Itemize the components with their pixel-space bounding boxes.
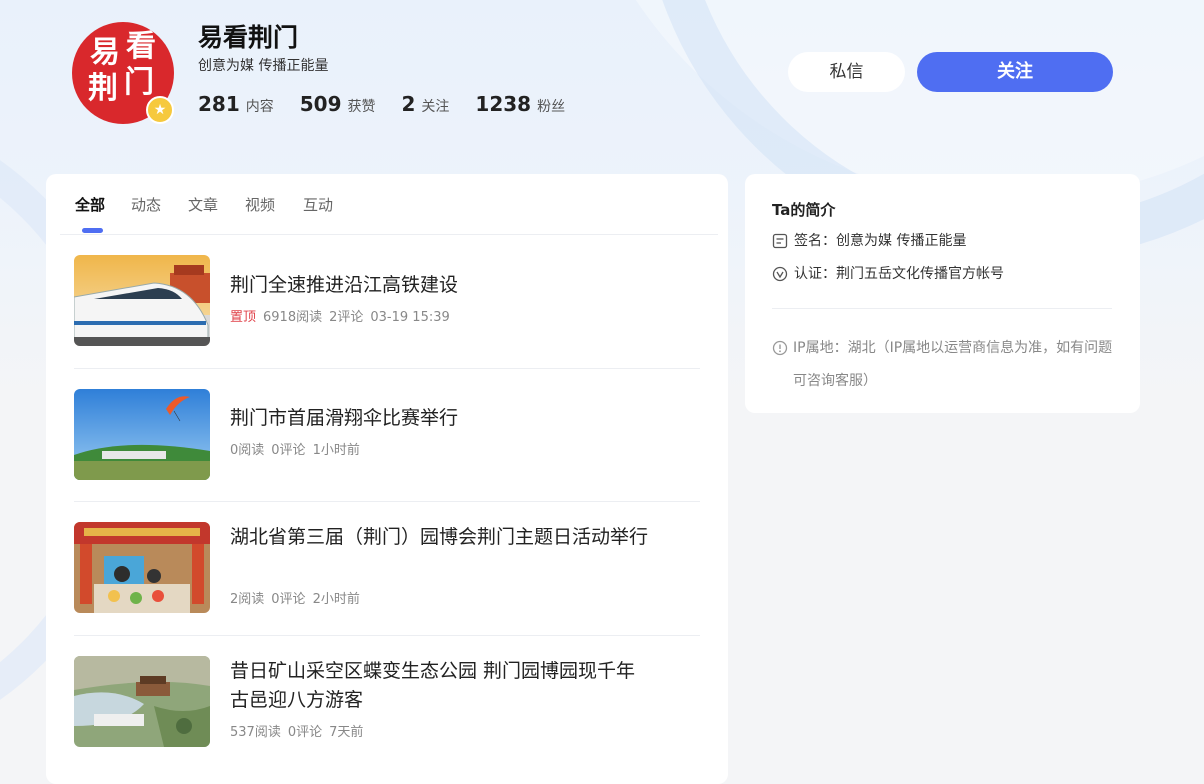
comment-count: 2评论: [329, 310, 364, 325]
stat-likes: 509 获赞: [300, 92, 376, 116]
feed-item-title[interactable]: 荆门全速推进沿江高铁建设: [230, 271, 650, 300]
content-card: 全部 动态 文章 视频 互动 荆门全速推进沿江高铁建设 置顶 6918阅读 2评…: [46, 174, 728, 784]
avatar-char: 易: [90, 35, 120, 70]
stat-number: 509: [299, 92, 342, 116]
market-stall-image[interactable]: [74, 522, 210, 613]
follow-button[interactable]: 关注: [917, 52, 1113, 92]
tab-articles[interactable]: 文章: [188, 195, 218, 215]
intro-signature: 签名：创意为媒 传播正能量: [794, 233, 967, 249]
high-speed-train-image[interactable]: [74, 255, 210, 346]
info-icon: [772, 340, 788, 356]
divider: [74, 635, 700, 636]
feed-item-meta: 置顶 6918阅读 2评论 03-19 15:39: [230, 309, 457, 327]
ip-location-text: IP属地：湖北（IP属地以运营商信息为准，如有问题可咨询客服）: [793, 340, 1113, 389]
feed-item[interactable]: 荆门全速推进沿江高铁建设 置顶 6918阅读 2评论 03-19 15:39: [74, 255, 700, 347]
park-aerial-image[interactable]: [74, 656, 210, 747]
intro-title: Ta的简介: [772, 201, 836, 219]
divider: [74, 501, 700, 502]
read-count: 2阅读: [230, 592, 265, 607]
paraglider-image[interactable]: [74, 389, 210, 480]
intro-signature-row: 签名：创意为媒 传播正能量: [772, 231, 966, 251]
stat-label: 内容: [245, 99, 274, 115]
read-count: 537阅读: [230, 725, 281, 740]
feed-item-title[interactable]: 湖北省第三届（荆门）园博会荆门主题日活动举行: [230, 523, 650, 552]
feed-item-meta: 2阅读 0评论 2小时前: [230, 591, 367, 609]
verified-icon: [772, 266, 788, 282]
tab-all[interactable]: 全部: [75, 195, 105, 215]
stat-label: 获赞: [347, 99, 376, 115]
divider: [60, 234, 718, 235]
read-count: 6918阅读: [263, 310, 323, 325]
stat-number: 1238: [475, 92, 532, 116]
signature-icon: [772, 233, 788, 249]
pinned-badge: 置顶: [230, 310, 257, 325]
verified-star-icon: ★: [146, 96, 174, 124]
stat-contents[interactable]: 281 内容: [198, 92, 274, 116]
comment-count: 0评论: [271, 592, 306, 607]
profile-name: 易看荆门: [198, 23, 299, 52]
publish-time: 2小时前: [312, 592, 360, 607]
stat-label: 关注: [421, 99, 450, 115]
divider: [772, 308, 1112, 309]
publish-time: 7天前: [329, 725, 364, 740]
intro-card: Ta的简介 签名：创意为媒 传播正能量 认证：荆门五岳文化传播官方帐号 IP属地…: [745, 174, 1140, 413]
stat-number: 2: [401, 92, 416, 116]
tab-interactions[interactable]: 互动: [303, 195, 333, 215]
stat-followers[interactable]: 1238 粉丝: [475, 92, 565, 116]
feed-item[interactable]: 荆门市首届滑翔伞比赛举行 0阅读 0评论 1小时前: [74, 389, 700, 481]
profile-motto: 创意为媒 传播正能量: [198, 58, 329, 74]
comment-count: 0评论: [287, 725, 323, 740]
comment-count: 0评论: [271, 443, 306, 458]
publish-time: 03-19 15:39: [370, 310, 450, 325]
avatar-char: 看: [126, 29, 156, 64]
profile-stats: 281 内容 509 获赞 2 关注 1238 粉丝: [198, 92, 591, 116]
feed-item-title[interactable]: 荆门市首届滑翔伞比赛举行: [230, 404, 650, 433]
feed-item[interactable]: 湖北省第三届（荆门）园博会荆门主题日活动举行 2阅读 0评论 2小时前: [74, 522, 700, 614]
stat-number: 281: [198, 92, 240, 116]
read-count: 0阅读: [230, 443, 265, 458]
message-button[interactable]: 私信: [788, 52, 905, 92]
feed-item-title[interactable]: 昔日矿山采空区蝶变生态公园 荆门园博园现千年古邑迎八方游客: [230, 657, 650, 715]
stat-following[interactable]: 2 关注: [402, 92, 450, 116]
feed-item-meta: 537阅读 0评论 7天前: [230, 724, 370, 742]
divider: [74, 368, 700, 369]
tab-updates[interactable]: 动态: [131, 195, 161, 215]
ip-location: IP属地：湖北（IP属地以运营商信息为准，如有问题可咨询客服）: [772, 332, 1117, 398]
content-tabs: 全部 动态 文章 视频 互动: [46, 174, 728, 235]
publish-time: 1小时前: [312, 443, 360, 458]
intro-verification: 认证：荆门五岳文化传播官方帐号: [794, 266, 1004, 282]
avatar-char: 门: [124, 65, 154, 100]
tab-videos[interactable]: 视频: [245, 195, 275, 215]
avatar-char: 荆: [88, 71, 118, 106]
feed-item[interactable]: 昔日矿山采空区蝶变生态公园 荆门园博园现千年古邑迎八方游客 537阅读 0评论 7天…: [74, 656, 700, 748]
active-tab-indicator: [82, 228, 103, 233]
stat-label: 粉丝: [537, 99, 566, 115]
feed-item-meta: 0阅读 0评论 1小时前: [230, 442, 367, 460]
intro-verification-row: 认证：荆门五岳文化传播官方帐号: [772, 264, 1004, 284]
